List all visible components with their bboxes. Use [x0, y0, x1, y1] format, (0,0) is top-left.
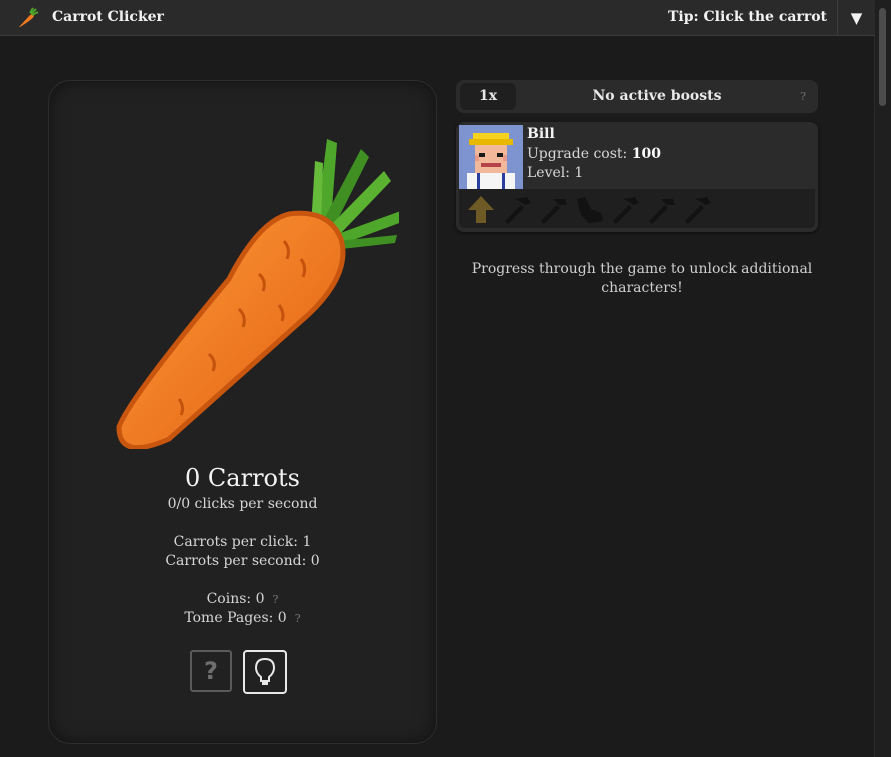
- boost-multiplier-button[interactable]: 1x: [460, 83, 516, 110]
- tool-row: [459, 189, 815, 228]
- tips-button[interactable]: [243, 650, 287, 694]
- help-button[interactable]: ?: [190, 650, 232, 692]
- tome-pages-count: Tome Pages: 0: [184, 610, 287, 626]
- upgrade-cost-label: Upgrade cost:: [527, 146, 628, 162]
- carrots-per-click: Carrots per click: 1: [173, 534, 312, 550]
- tome-pages-help-icon[interactable]: ?: [295, 612, 301, 625]
- boost-bar: 1x No active boosts ?: [456, 80, 818, 113]
- clicks-per-second: 0/0 clicks per second: [167, 496, 318, 512]
- tome-pages-row: Tome Pages: 0?: [49, 610, 436, 626]
- tip-text: Tip: Click the carrot: [667, 9, 827, 25]
- carrot-panel: 0 Carrots 0/0 clicks per second Carrots …: [48, 80, 437, 744]
- coins-count: Coins: 0: [206, 591, 265, 607]
- hoe-icon: [505, 197, 531, 224]
- hoe-icon: [685, 197, 711, 224]
- coins-row: Coins: 0?: [49, 591, 436, 607]
- question-icon: ?: [204, 657, 218, 685]
- carrot-body: [116, 210, 346, 449]
- coins-help-icon[interactable]: ?: [273, 593, 279, 606]
- hoe-icon: [649, 199, 675, 224]
- scroll-thumb[interactable]: [879, 8, 886, 106]
- character-name: Bill: [527, 126, 555, 142]
- unlock-message: Progress through the game to unlock addi…: [471, 261, 813, 296]
- triangle-down-icon: ▼: [850, 8, 863, 27]
- carrot-count: 0 Carrots: [185, 464, 300, 492]
- bill-portrait: [459, 125, 523, 189]
- scrollbar[interactable]: [874, 0, 891, 757]
- boost-help-icon[interactable]: ?: [800, 90, 806, 103]
- hoe-icon: [613, 197, 639, 224]
- character-card-bill[interactable]: Bill Upgrade cost: 100 Level: 1: [456, 122, 818, 232]
- carrots-per-second: Carrots per second: 0: [165, 553, 320, 569]
- carrot-logo-icon: [19, 7, 39, 27]
- upgrade-cost: Upgrade cost: 100: [527, 146, 661, 162]
- menu-toggle-button[interactable]: ▼: [837, 0, 875, 35]
- character-level: Level: 1: [527, 165, 584, 181]
- big-carrot-button[interactable]: [79, 109, 399, 449]
- upgrade-cost-value: 100: [631, 146, 661, 162]
- boost-status: No active boosts: [592, 88, 722, 104]
- boot-icon: [577, 197, 603, 223]
- upgrade-arrow-icon[interactable]: [465, 193, 497, 225]
- top-bar: Carrot Clicker Tip: Click the carrot ▼: [0, 0, 875, 36]
- lightbulb-icon: [254, 657, 276, 685]
- hoe-icon: [541, 199, 567, 224]
- app-title: Carrot Clicker: [52, 9, 164, 25]
